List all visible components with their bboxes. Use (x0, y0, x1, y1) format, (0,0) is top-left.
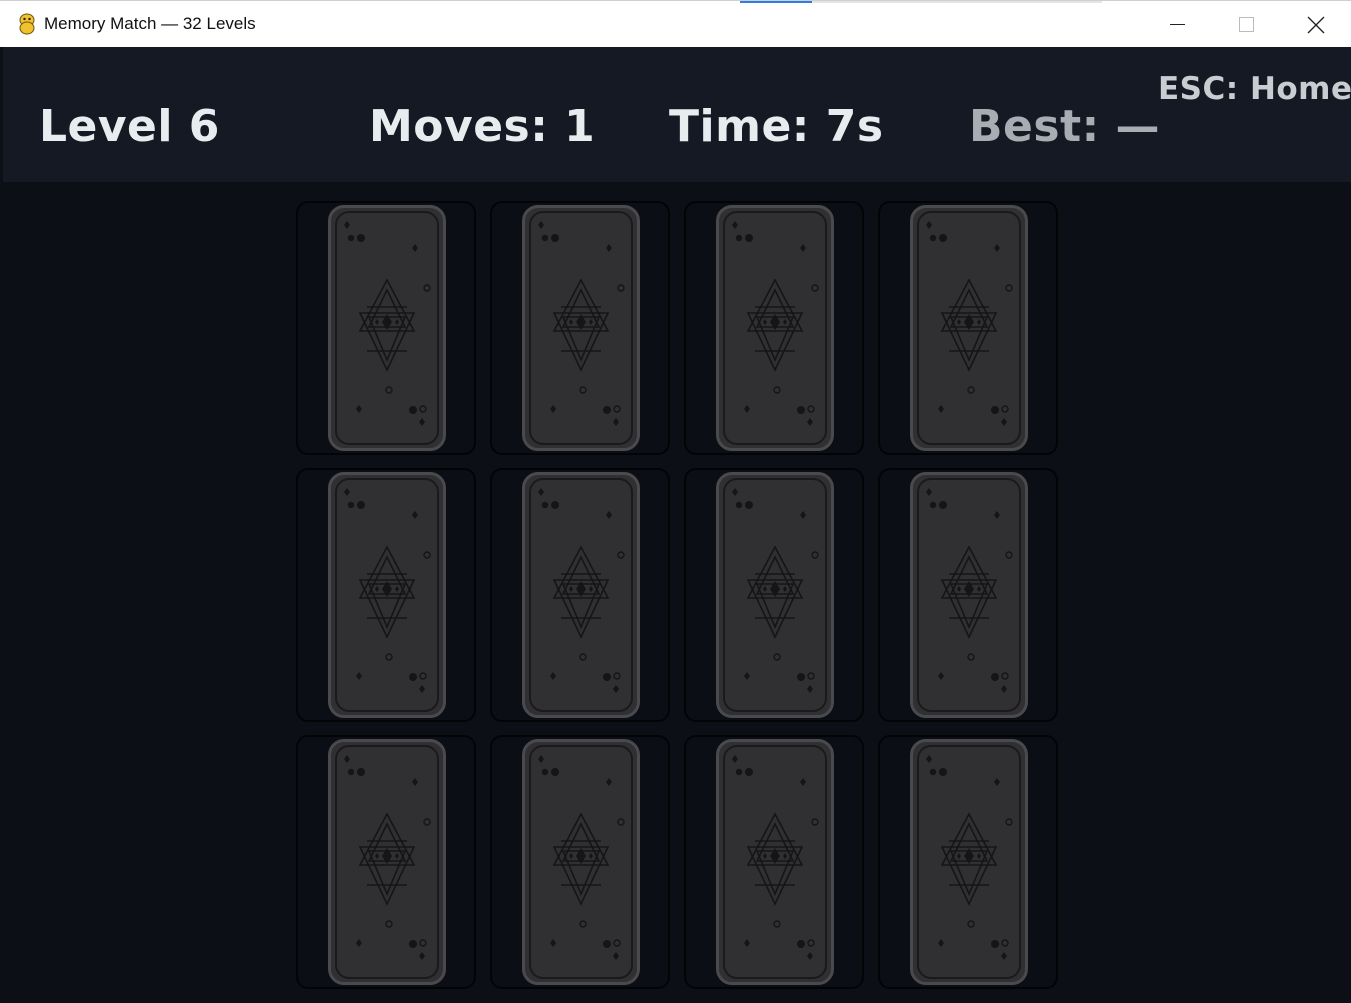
game-canvas[interactable]: Level 6 Moves: 1 Time: 7s Best: — ESC: H… (3, 47, 1351, 1003)
memory-card[interactable] (684, 201, 864, 455)
close-button[interactable] (1281, 1, 1351, 48)
card-back (522, 739, 640, 985)
card-back-pattern-icon (335, 745, 439, 979)
moves-counter: Moves: 1 (369, 101, 596, 152)
minimize-icon (1169, 24, 1185, 25)
card-back-pattern-icon (529, 478, 633, 712)
card-back-pattern-icon (529, 211, 633, 445)
card-back (522, 205, 640, 451)
card-back (910, 739, 1028, 985)
card-back (522, 472, 640, 718)
window-titlebar: Memory Match — 32 Levels (0, 0, 1351, 47)
card-back-pattern-icon (917, 211, 1021, 445)
window-title: Memory Match — 32 Levels (44, 14, 256, 33)
maximize-icon (1238, 17, 1254, 32)
card-back (716, 205, 834, 451)
card-back-pattern-icon (723, 478, 827, 712)
card-back (910, 472, 1028, 718)
card-back (328, 472, 446, 718)
memory-card[interactable] (296, 735, 476, 989)
level-indicator: Level 6 (39, 101, 220, 152)
card-back-pattern-icon (917, 478, 1021, 712)
card-back-pattern-icon (335, 211, 439, 445)
card-back (910, 205, 1028, 451)
hud-bar: Level 6 Moves: 1 Time: 7s Best: — ESC: H… (3, 47, 1351, 182)
maximize-button[interactable] (1211, 1, 1281, 48)
card-back-pattern-icon (335, 478, 439, 712)
memory-card[interactable] (490, 735, 670, 989)
titlebar-accent-secondary (812, 1, 1102, 3)
best-score: Best: — (969, 101, 1161, 152)
card-back-pattern-icon (529, 745, 633, 979)
memory-card[interactable] (490, 201, 670, 455)
timer: Time: 7s (669, 101, 884, 152)
card-back-pattern-icon (723, 745, 827, 979)
python-icon (19, 13, 35, 35)
card-back-pattern-icon (723, 211, 827, 445)
card-back (716, 472, 834, 718)
card-back (328, 739, 446, 985)
memory-card[interactable] (296, 201, 476, 455)
memory-card[interactable] (684, 735, 864, 989)
card-back (716, 739, 834, 985)
memory-card[interactable] (490, 468, 670, 722)
minimize-button[interactable] (1142, 1, 1212, 48)
memory-card[interactable] (878, 468, 1058, 722)
memory-card[interactable] (684, 468, 864, 722)
card-back-pattern-icon (917, 745, 1021, 979)
memory-card[interactable] (296, 468, 476, 722)
memory-card[interactable] (878, 201, 1058, 455)
close-icon (1307, 16, 1325, 33)
titlebar-accent (740, 1, 812, 3)
memory-card[interactable] (878, 735, 1058, 989)
esc-home-hint: ESC: Home (1158, 71, 1351, 107)
card-back (328, 205, 446, 451)
